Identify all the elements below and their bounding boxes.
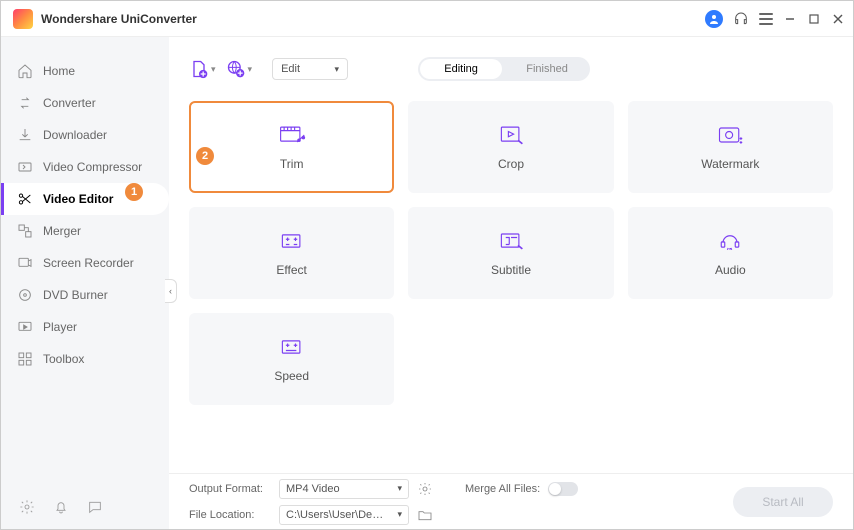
main-panel: ▾ ▾ Edit ▾ Editing Finished Tri [169, 37, 853, 529]
sidebar-item-converter[interactable]: Converter [1, 87, 169, 119]
sidebar-item-label: Merger [43, 224, 81, 238]
tab-finished[interactable]: Finished [504, 57, 590, 81]
add-url-button[interactable]: ▾ [226, 59, 253, 79]
toolbar: ▾ ▾ Edit ▾ Editing Finished [169, 45, 853, 93]
support-headset-icon[interactable] [733, 11, 749, 27]
toolbox-icon [17, 351, 33, 367]
maximize-button[interactable] [807, 12, 821, 26]
tile-label: Subtitle [491, 263, 531, 277]
home-icon [17, 63, 33, 79]
tile-subtitle[interactable]: Subtitle [408, 207, 613, 299]
annotation-badge-2: 2 [196, 147, 214, 165]
chevron-down-icon: ▾ [397, 509, 402, 520]
tile-label: Watermark [701, 157, 759, 171]
tile-label: Speed [274, 369, 309, 383]
chevron-down-icon: ▾ [335, 64, 340, 75]
sidebar-item-toolbox[interactable]: Toolbox [1, 343, 169, 375]
file-location-select[interactable]: C:\Users\User\Desktop ▾ [279, 505, 409, 525]
feedback-icon[interactable] [87, 499, 103, 515]
app-window: Wondershare UniConverter Home Converter [0, 0, 854, 530]
output-format-label: Output Format: [189, 483, 271, 495]
chevron-down-icon: ▾ [211, 64, 216, 75]
compress-icon [17, 159, 33, 175]
crop-icon [497, 123, 525, 147]
sidebar-item-label: Video Editor [43, 192, 113, 206]
minimize-button[interactable] [783, 12, 797, 26]
sidebar-item-screen-recorder[interactable]: Screen Recorder [1, 247, 169, 279]
output-format-select[interactable]: MP4 Video ▾ [279, 479, 409, 499]
disc-icon [17, 287, 33, 303]
tile-label: Trim [280, 157, 304, 171]
footer: Output Format: MP4 Video ▾ Merge All File… [169, 473, 853, 529]
sidebar-item-downloader[interactable]: Downloader [1, 119, 169, 151]
audio-icon [716, 229, 744, 253]
speed-icon [278, 335, 306, 359]
sidebar-item-label: Player [43, 320, 77, 334]
sidebar: Home Converter Downloader Video Compress… [1, 37, 169, 529]
watermark-icon [716, 123, 744, 147]
sidebar-item-label: Toolbox [43, 352, 84, 366]
add-file-button[interactable]: ▾ [189, 59, 216, 79]
subtitle-icon [497, 229, 525, 253]
merger-icon [17, 223, 33, 239]
tile-label: Effect [276, 263, 306, 277]
sidebar-item-label: DVD Burner [43, 288, 108, 302]
sidebar-item-label: Converter [43, 96, 96, 110]
close-button[interactable] [831, 12, 845, 26]
effect-icon [278, 229, 306, 253]
sidebar-collapse-button[interactable]: ‹ [165, 279, 177, 303]
sidebar-item-dvd-burner[interactable]: DVD Burner [1, 279, 169, 311]
sidebar-item-label: Video Compressor [43, 160, 142, 174]
sidebar-item-label: Home [43, 64, 75, 78]
gear-icon[interactable] [19, 499, 35, 515]
tile-audio[interactable]: Audio [628, 207, 833, 299]
edit-dropdown[interactable]: Edit ▾ [272, 58, 348, 80]
start-all-button[interactable]: Start All [733, 487, 833, 517]
settings-gear-icon[interactable] [417, 481, 433, 497]
app-logo-icon [13, 9, 33, 29]
status-tabs: Editing Finished [418, 57, 590, 81]
sidebar-item-video-editor[interactable]: Video Editor [1, 183, 169, 215]
sidebar-item-label: Downloader [43, 128, 107, 142]
merge-files-label: Merge All Files: [465, 483, 540, 495]
download-icon [17, 127, 33, 143]
sidebar-item-merger[interactable]: Merger [1, 215, 169, 247]
tile-trim[interactable]: Trim [189, 101, 394, 193]
sidebar-item-label: Screen Recorder [43, 256, 134, 270]
converter-icon [17, 95, 33, 111]
chevron-down-icon: ▾ [248, 64, 253, 75]
user-avatar-icon[interactable] [705, 10, 723, 28]
tile-crop[interactable]: Crop [408, 101, 613, 193]
recorder-icon [17, 255, 33, 271]
tab-editing[interactable]: Editing [420, 59, 502, 79]
tile-watermark[interactable]: Watermark [628, 101, 833, 193]
titlebar: Wondershare UniConverter [1, 1, 853, 37]
tile-label: Audio [715, 263, 746, 277]
bell-icon[interactable] [53, 499, 69, 515]
play-icon [17, 319, 33, 335]
tile-speed[interactable]: Speed [189, 313, 394, 405]
sidebar-item-player[interactable]: Player [1, 311, 169, 343]
file-location-label: File Location: [189, 509, 271, 521]
edit-dropdown-label: Edit [281, 63, 300, 75]
trim-icon [278, 123, 306, 147]
app-title: Wondershare UniConverter [41, 12, 705, 26]
sidebar-item-home[interactable]: Home [1, 55, 169, 87]
tile-effect[interactable]: Effect [189, 207, 394, 299]
editor-grid: Trim Crop Watermark Effect Subtitle [169, 93, 853, 473]
merge-files-toggle[interactable] [548, 482, 578, 496]
annotation-badge-1: 1 [125, 183, 143, 201]
menu-hamburger-icon[interactable] [759, 13, 773, 25]
chevron-down-icon: ▾ [397, 483, 402, 494]
sidebar-item-video-compressor[interactable]: Video Compressor [1, 151, 169, 183]
output-format-value: MP4 Video [286, 483, 340, 495]
folder-icon[interactable] [417, 507, 433, 523]
scissors-icon [17, 191, 33, 207]
file-location-value: C:\Users\User\Desktop [286, 509, 386, 521]
tile-label: Crop [498, 157, 524, 171]
